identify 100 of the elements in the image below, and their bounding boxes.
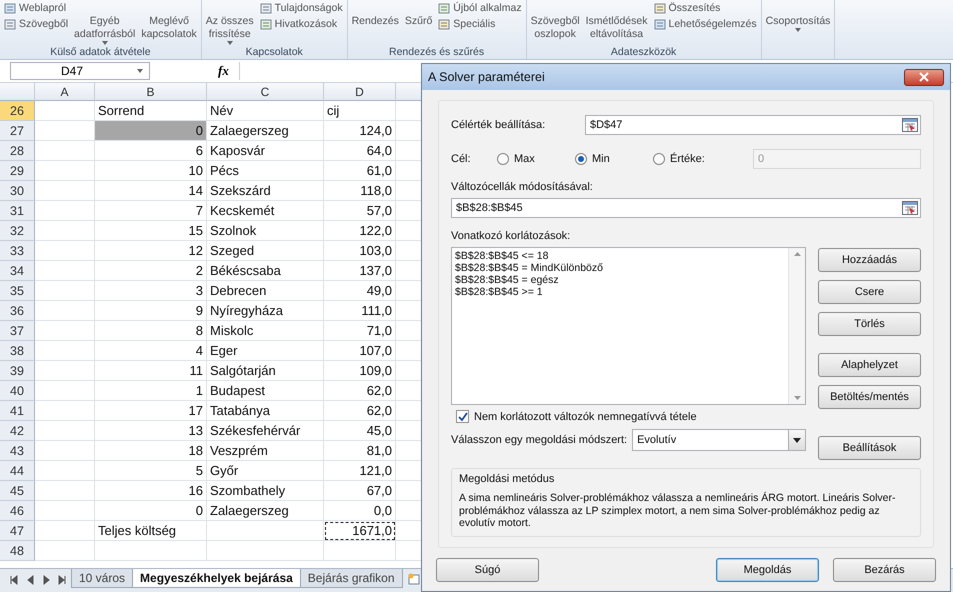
field-label: Válasszon egy megoldási módszert: — [451, 434, 628, 446]
field-label: Cél: — [451, 153, 472, 165]
row-header[interactable]: 38 — [0, 341, 35, 361]
table-cell: Eger — [207, 341, 324, 361]
dialog-button[interactable]: Súgó — [436, 558, 539, 582]
field-label: Célérték beállítása: — [451, 119, 546, 131]
table-cell: Zalaegerszeg — [207, 121, 324, 141]
row-header[interactable]: 40 — [0, 381, 35, 401]
table-cell: Pécs — [207, 161, 324, 181]
table-cell: Szekszárd — [207, 181, 324, 201]
ribbon-command[interactable]: Tulajdonságok — [260, 1, 343, 15]
table-cell: 81,0 — [324, 441, 396, 461]
row-header[interactable]: 31 — [0, 201, 35, 221]
row-header[interactable]: 45 — [0, 481, 35, 501]
sheet-tab[interactable]: 10 város — [71, 569, 134, 588]
row-header[interactable]: 27 — [0, 121, 35, 141]
table-cell: Békéscsaba — [207, 261, 324, 281]
ribbon-command[interactable]: Hivatkozások — [260, 17, 343, 31]
row-header[interactable]: 46 — [0, 501, 35, 521]
ribbon-button[interactable]: Ismétlődések eltávolítása — [586, 1, 648, 41]
table-cell: 45,0 — [324, 421, 396, 441]
row-header[interactable]: 44 — [0, 461, 35, 481]
ribbon-button[interactable]: Meglévő kapcsolatok — [141, 1, 197, 41]
options-button[interactable]: Beállítások — [818, 436, 921, 460]
table-cell: 103,0 — [324, 241, 396, 261]
table-cell: 2 — [95, 261, 207, 281]
constraint-item[interactable]: $B$28:$B$45 = egész — [455, 274, 785, 286]
dialog-button[interactable]: Bezárás — [833, 558, 936, 582]
dialog-button[interactable]: Csere — [818, 280, 921, 304]
table-cell: 67,0 — [324, 481, 396, 501]
ribbon-button[interactable]: Szűrő — [404, 1, 432, 28]
ribbon-command[interactable]: Összesítés — [654, 1, 757, 15]
row-header[interactable]: 35 — [0, 281, 35, 301]
table-cell: 71,0 — [324, 321, 396, 341]
dialog-button[interactable]: Törlés — [818, 312, 921, 336]
table-cell: 109,0 — [324, 361, 396, 381]
dialog-button[interactable]: Alaphelyzet — [818, 353, 921, 377]
ribbon-button[interactable]: Egyéb adatforrásból — [74, 1, 136, 45]
row-header[interactable]: 33 — [0, 241, 35, 261]
row-header[interactable]: 43 — [0, 441, 35, 461]
column-header[interactable]: C — [207, 83, 324, 101]
row-header[interactable]: 41 — [0, 401, 35, 421]
table-cell: Zalaegerszeg — [207, 501, 324, 521]
row-header[interactable]: 26 — [0, 101, 35, 121]
group-title: Megoldási metódus — [459, 473, 556, 485]
row-header[interactable]: 29 — [0, 161, 35, 181]
row-header[interactable]: 39 — [0, 361, 35, 381]
sheet-tab[interactable]: Megyeszékhelyek bejárása — [132, 569, 301, 588]
row-header[interactable]: 42 — [0, 421, 35, 441]
ribbon-command[interactable]: Szövegből — [4, 17, 68, 31]
method-dropdown[interactable]: Evolutív — [632, 429, 806, 451]
table-cell: 8 — [95, 321, 207, 341]
table-cell: 61,0 — [324, 161, 396, 181]
row-header[interactable]: 48 — [0, 541, 35, 561]
row-header[interactable]: 28 — [0, 141, 35, 161]
column-header[interactable]: A — [35, 83, 95, 101]
variable-cells-field[interactable]: $B$28:$B$45 — [451, 198, 921, 218]
constraint-item[interactable]: $B$28:$B$45 >= 1 — [455, 286, 785, 298]
name-box[interactable]: D47 — [10, 62, 150, 80]
table-cell: 15 — [95, 221, 207, 241]
ribbon-button[interactable]: Csoportosítás — [766, 1, 830, 32]
dialog-button[interactable]: Hozzáadás — [818, 248, 921, 272]
ribbon-command[interactable]: Lehetőségelemzés — [654, 17, 757, 31]
group-label: Adateszközök — [610, 46, 678, 59]
row-header[interactable]: 34 — [0, 261, 35, 281]
insert-function-button[interactable]: fx — [218, 63, 229, 79]
row-header[interactable]: 47 — [0, 521, 35, 541]
constraints-list[interactable]: $B$28:$B$45 <= 18 $B$28:$B$45 = MindKülönböző $B$28:$B$45 = egész $B$28:$B$45 >= 1 — [451, 247, 806, 405]
table-cell: 6 — [95, 141, 207, 161]
ribbon-button[interactable]: Rendezés — [352, 1, 399, 28]
dialog-button[interactable]: Betöltés/mentés — [818, 385, 921, 409]
table-cell: 121,0 — [324, 461, 396, 481]
row-header[interactable]: 32 — [0, 221, 35, 241]
column-header[interactable]: D — [324, 83, 396, 101]
ribbon-command[interactable]: Weblapról — [4, 1, 68, 15]
ribbon-command[interactable]: Újból alkalmaz — [438, 1, 522, 15]
column-header[interactable]: B — [95, 83, 207, 101]
table-cell: Nyíregyháza — [207, 301, 324, 321]
row-header[interactable]: 37 — [0, 321, 35, 341]
table-cell: 62,0 — [324, 401, 396, 421]
constraint-item[interactable]: $B$28:$B$45 = MindKülönböző — [455, 262, 785, 274]
dialog-button[interactable]: Megoldás — [716, 558, 819, 582]
ribbon-button[interactable]: Az összes frissítése — [206, 1, 254, 45]
table-cell: Székesfehérvár — [207, 421, 324, 441]
table-cell: 137,0 — [324, 261, 396, 281]
table-cell: 16 — [95, 481, 207, 501]
table-cell: 107,0 — [324, 341, 396, 361]
constraint-item[interactable]: $B$28:$B$45 <= 18 — [455, 250, 785, 262]
table-cell: Tatabánya — [207, 401, 324, 421]
window-title: A Solver paraméterei — [428, 70, 545, 84]
table-cell: 1 — [95, 381, 207, 401]
sheet-tab[interactable]: Bejárás grafikon — [300, 569, 403, 588]
table-cell: Miskolc — [207, 321, 324, 341]
table-cell: 64,0 — [324, 141, 396, 161]
table-cell: 7 — [95, 201, 207, 221]
row-header[interactable]: 30 — [0, 181, 35, 201]
objective-field[interactable]: $D$47 — [585, 115, 921, 135]
ribbon-command[interactable]: Speciális — [438, 17, 522, 31]
row-header[interactable]: 36 — [0, 301, 35, 321]
ribbon-button[interactable]: Szövegből oszlopok — [530, 1, 580, 41]
